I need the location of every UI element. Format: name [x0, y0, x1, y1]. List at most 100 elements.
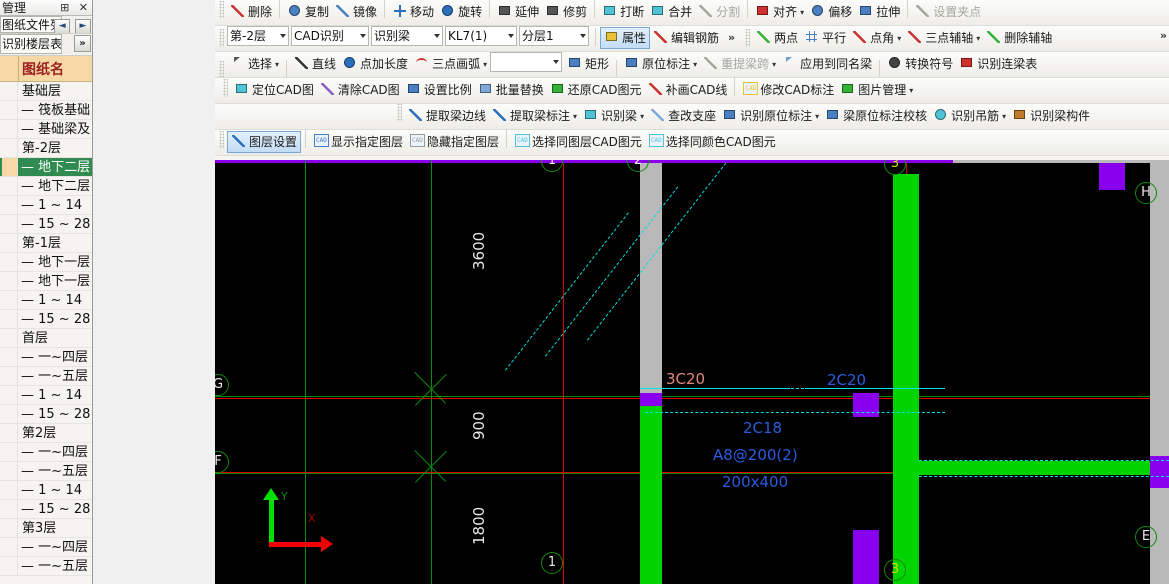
tree-item-row[interactable]: — 一~四层 — [0, 443, 92, 462]
break-button[interactable]: 打断 — [599, 0, 647, 24]
chevron-down-icon[interactable]: ▾ — [772, 53, 776, 77]
tree-item-row[interactable]: — 地下一层 — [0, 253, 92, 272]
toolbar-grip-handle[interactable] — [745, 29, 751, 47]
line-button[interactable]: 直线 — [291, 52, 339, 76]
move-button[interactable]: 移动 — [389, 0, 437, 24]
rectangle-button[interactable]: 矩形 — [564, 52, 612, 76]
recognize-hanger-button[interactable]: 识别吊筋 ▾ — [930, 104, 1009, 128]
floor-select[interactable]: 第-2层 — [227, 26, 289, 46]
grid-bubble[interactable]: E — [1135, 526, 1157, 548]
tree-item-row[interactable]: — 15 ~ 28 — [0, 405, 92, 424]
module-select[interactable]: CAD识别 — [291, 26, 369, 46]
beam-annotation-label[interactable]: 3C20 — [666, 370, 705, 388]
drawing-tree[interactable]: 基础层 — 筏板基础 — 基础梁及 第-2层 — 地下二层 — 地下二层 — 1 ~ 14 —… — [0, 82, 92, 582]
toolbar-overflow-button[interactable]: » — [722, 26, 741, 50]
layer-select[interactable]: 分层1 — [519, 26, 589, 46]
tree-item-row[interactable]: — 基础梁及 — [0, 120, 92, 139]
extract-beam-label-button[interactable]: 提取梁标注 ▾ — [489, 104, 580, 128]
in-situ-label-button[interactable]: 原位标注 ▾ — [621, 52, 700, 76]
recognize-beam-button[interactable]: 识别梁 ▾ — [580, 104, 647, 128]
tree-group-row[interactable]: 第-2层 — [0, 139, 92, 158]
chevron-down-icon[interactable]: ▾ — [909, 79, 913, 103]
tree-item-row[interactable]: — 15 ~ 28 — [0, 500, 92, 519]
merge-button[interactable]: 合并 — [647, 0, 695, 24]
tree-item-row[interactable]: — 一~五层 — [0, 367, 92, 386]
tree-item-row[interactable]: — 地下二层 — [0, 177, 92, 196]
toolbar-grip-handle[interactable] — [219, 131, 224, 149]
beam-annotation-label[interactable]: 2C18 — [743, 419, 782, 437]
chevron-down-icon[interactable]: ▾ — [800, 1, 804, 25]
batch-replace-button[interactable]: 批量替换 — [475, 78, 547, 102]
arc-option-combo[interactable] — [490, 52, 563, 72]
tree-item-row[interactable]: — 一~五层 — [0, 462, 92, 481]
expand-tabs-button[interactable]: » — [74, 35, 91, 52]
mirror-button[interactable]: 镜像 — [332, 0, 380, 24]
set-scale-button[interactable]: 设置比例 — [403, 78, 475, 102]
tree-item-row[interactable]: — 筏板基础 — [0, 101, 92, 120]
chevron-down-icon[interactable]: ▾ — [640, 105, 644, 129]
chevron-down-icon[interactable]: ▾ — [1002, 105, 1006, 129]
select-same-color-button[interactable]: CAD 选择同颜色CAD图元 — [645, 130, 779, 154]
beam-annotation-label[interactable]: 200x400 — [722, 473, 788, 491]
rotate-button[interactable]: 旋转 — [437, 0, 485, 24]
align-button[interactable]: 对齐 ▾ — [752, 0, 807, 24]
delete-axis-button[interactable]: 删除辅轴 — [983, 26, 1055, 50]
verify-in-situ-button[interactable]: 梁原位标注校核 — [822, 104, 930, 128]
point-angle-button[interactable]: 点角 ▾ — [849, 26, 904, 50]
clear-cad-button[interactable]: 清除CAD图 — [317, 78, 403, 102]
select-arrow-button[interactable]: 选择 ▾ — [227, 52, 282, 76]
tree-group-row[interactable]: 首层 — [0, 329, 92, 348]
restore-cad-button[interactable]: 还原CAD图元 — [547, 78, 645, 102]
apply-same-beam-button[interactable]: 应用到同名梁 — [779, 52, 875, 76]
point-length-button[interactable]: 点加长度 — [339, 52, 411, 76]
chevron-down-icon[interactable]: ▾ — [573, 105, 577, 129]
tree-item-row[interactable]: — 15 ~ 28 — [0, 310, 92, 329]
copy-button[interactable]: 复制 — [284, 0, 332, 24]
tree-item-row[interactable]: — 一~四层 — [0, 538, 92, 557]
convert-symbol-button[interactable]: 转换符号 — [884, 52, 956, 76]
chevron-down-icon[interactable]: ▾ — [897, 27, 901, 51]
offset-button[interactable]: 偏移 — [807, 0, 855, 24]
tree-item-row[interactable]: — 地下二层 — [0, 158, 92, 177]
chevron-down-icon[interactable]: ▾ — [976, 27, 980, 51]
select-same-layer-button[interactable]: CAD 选择同图层CAD图元 — [511, 130, 645, 154]
draw-cad-line-button[interactable]: 补画CAD线 — [645, 78, 731, 102]
delete-button[interactable]: 删除 — [227, 0, 275, 24]
beam-annotation-label[interactable]: 2C20 — [827, 371, 866, 389]
three-point-axis-button[interactable]: 三点辅轴 ▾ — [904, 26, 983, 50]
grid-bubble[interactable]: 3 — [884, 559, 906, 581]
chevron-down-icon[interactable]: ▾ — [693, 53, 697, 77]
edit-rebar-button[interactable]: 编辑钢筋 — [650, 26, 722, 50]
image-manager-button[interactable]: 图片管理 ▾ — [837, 78, 916, 102]
stretch-button[interactable]: 拉伸 — [855, 0, 903, 24]
tree-item-row[interactable]: — 15 ~ 28 — [0, 215, 92, 234]
toolbar-grip-handle[interactable] — [219, 1, 224, 19]
toolbar-grip-handle[interactable] — [223, 79, 228, 97]
grid-bubble[interactable]: G — [215, 374, 229, 396]
tree-item-row[interactable]: — 地下一层 — [0, 272, 92, 291]
tree-item-row[interactable]: — 一~四层 — [0, 348, 92, 367]
chevron-down-icon[interactable]: ▾ — [815, 105, 819, 129]
tree-item-row[interactable]: — 1 ~ 14 — [0, 386, 92, 405]
tree-item-row[interactable]: — 1 ~ 14 — [0, 481, 92, 500]
hide-layer-button[interactable]: CAD 隐藏指定图层 — [406, 130, 502, 154]
grid-bubble[interactable]: 1 — [541, 552, 563, 574]
parallel-axis-button[interactable]: 平行 — [801, 26, 849, 50]
tree-group-row[interactable]: 基础层 — [0, 82, 92, 101]
recognize-in-situ-button[interactable]: 识别原位标注 ▾ — [719, 104, 822, 128]
two-point-axis-button[interactable]: 两点 — [753, 26, 801, 50]
locate-cad-button[interactable]: 定位CAD图 — [231, 78, 317, 102]
grid-bubble[interactable]: F — [215, 451, 229, 473]
chevron-down-icon[interactable]: ▾ — [275, 53, 279, 77]
nav-prev-button[interactable]: ◄ — [54, 19, 71, 33]
three-point-arc-button[interactable]: 三点画弧 ▾ — [411, 52, 490, 76]
tree-item-row[interactable]: — 1 ~ 14 — [0, 291, 92, 310]
toolbar-overflow-button[interactable]: » — [1160, 29, 1167, 42]
tree-item-row[interactable]: — 1 ~ 14 — [0, 196, 92, 215]
cad-drawing-canvas[interactable]: Y X 1 2 3 H G F E 1 3 3600 900 1800 3C20 2C20 2C18 A8… — [215, 160, 1169, 584]
tree-group-row[interactable]: 第3层 — [0, 519, 92, 538]
trim-button[interactable]: 修剪 — [542, 0, 590, 24]
grid-bubble[interactable]: 3 — [884, 160, 906, 175]
layer-settings-button[interactable]: 图层设置 — [227, 131, 302, 153]
properties-button[interactable]: 属性 — [600, 27, 651, 49]
